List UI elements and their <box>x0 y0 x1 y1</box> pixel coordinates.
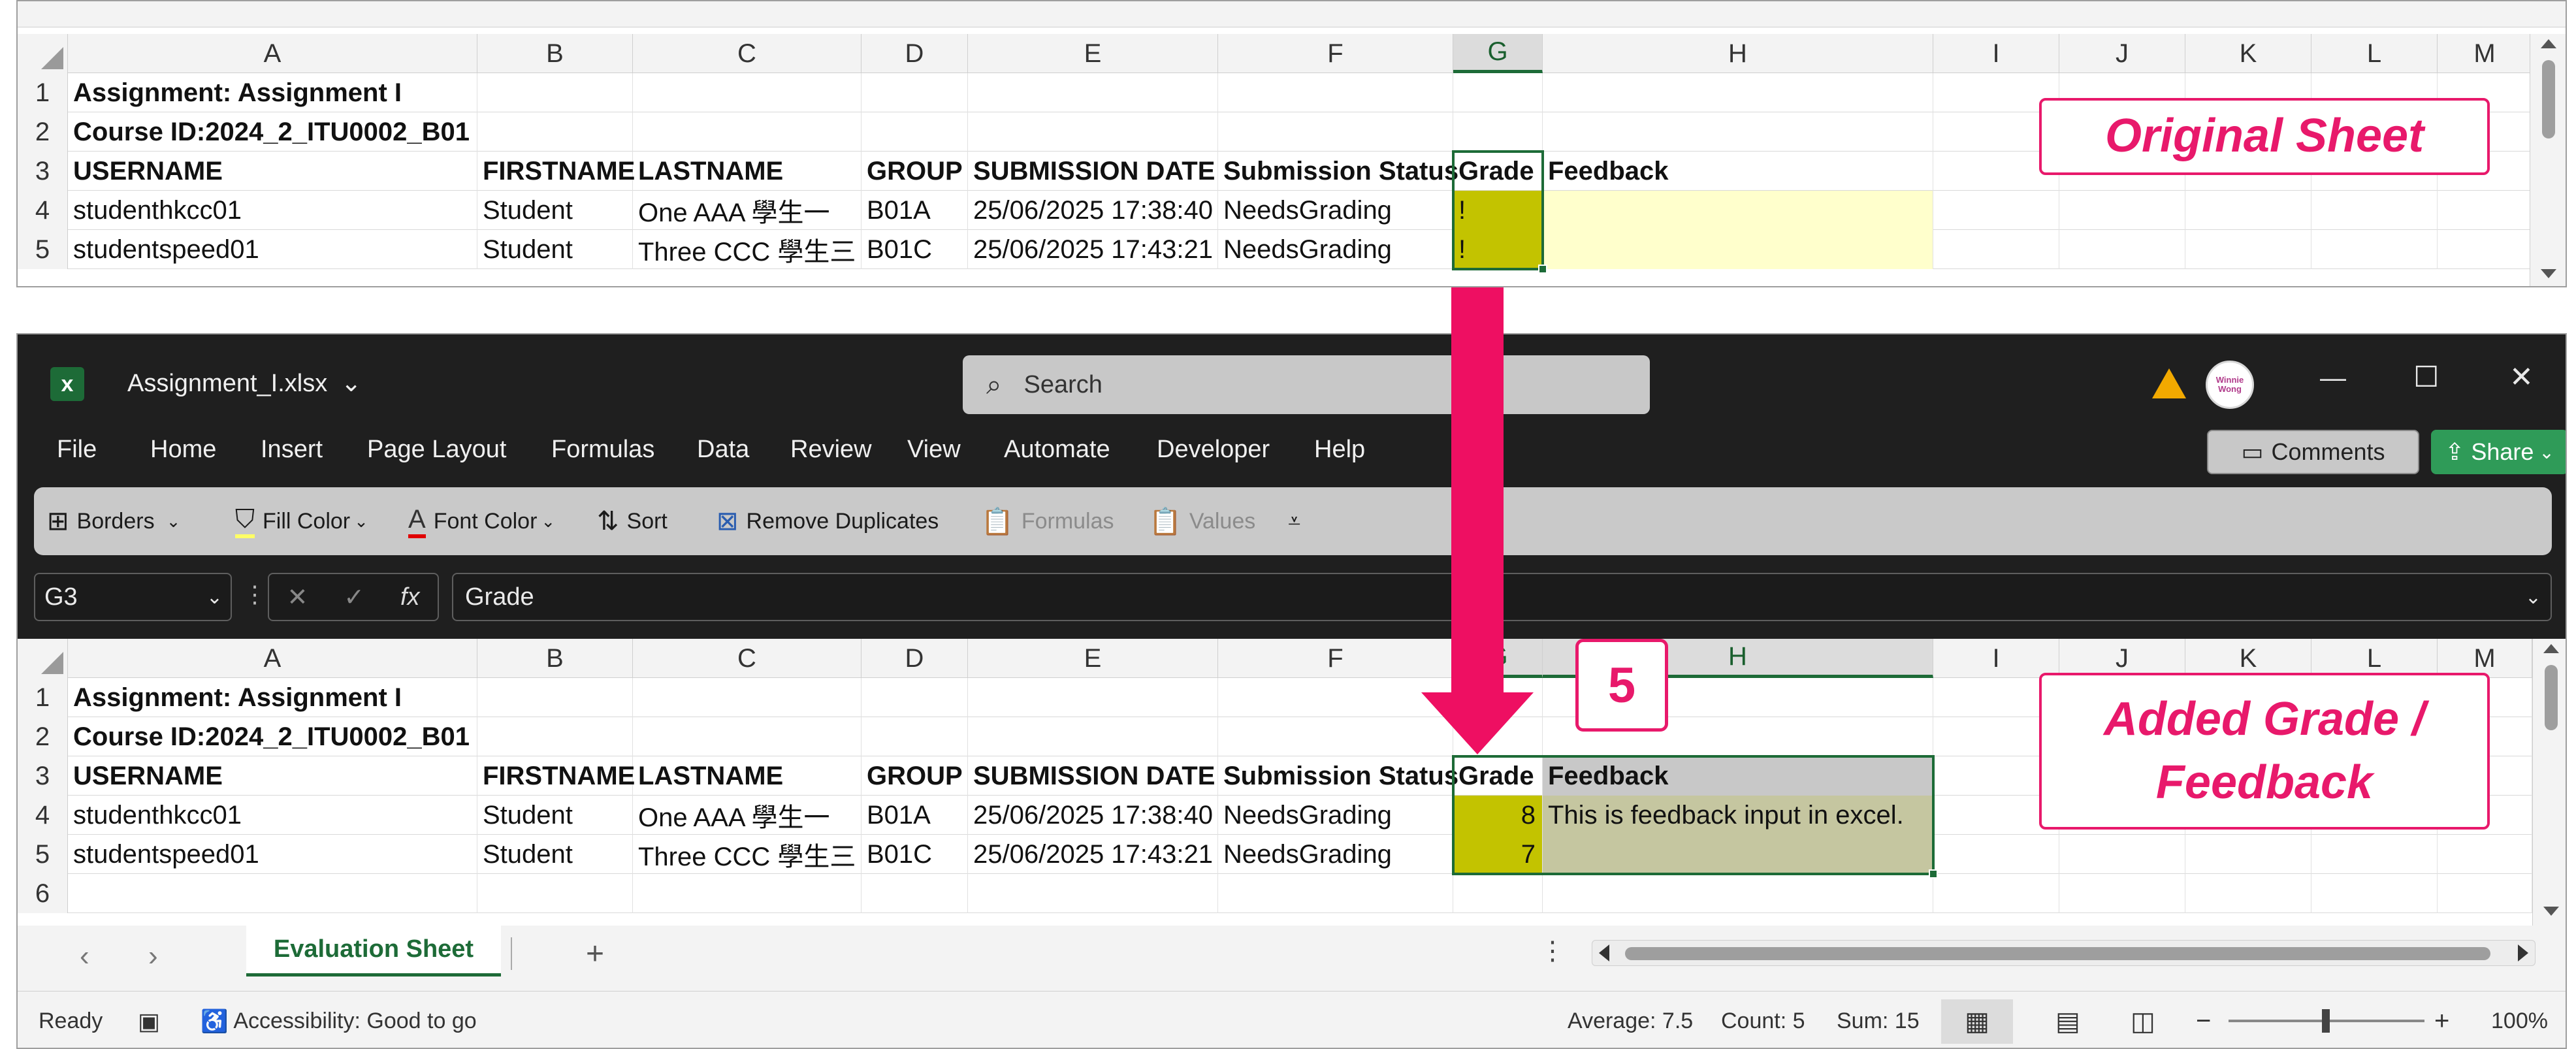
step-badge: 5 <box>1575 639 1668 732</box>
arrow-shaft <box>1451 287 1504 692</box>
arrow-head <box>1421 692 1534 754</box>
step-number: 5 <box>1607 657 1636 713</box>
transition-arrow <box>1421 287 1534 754</box>
